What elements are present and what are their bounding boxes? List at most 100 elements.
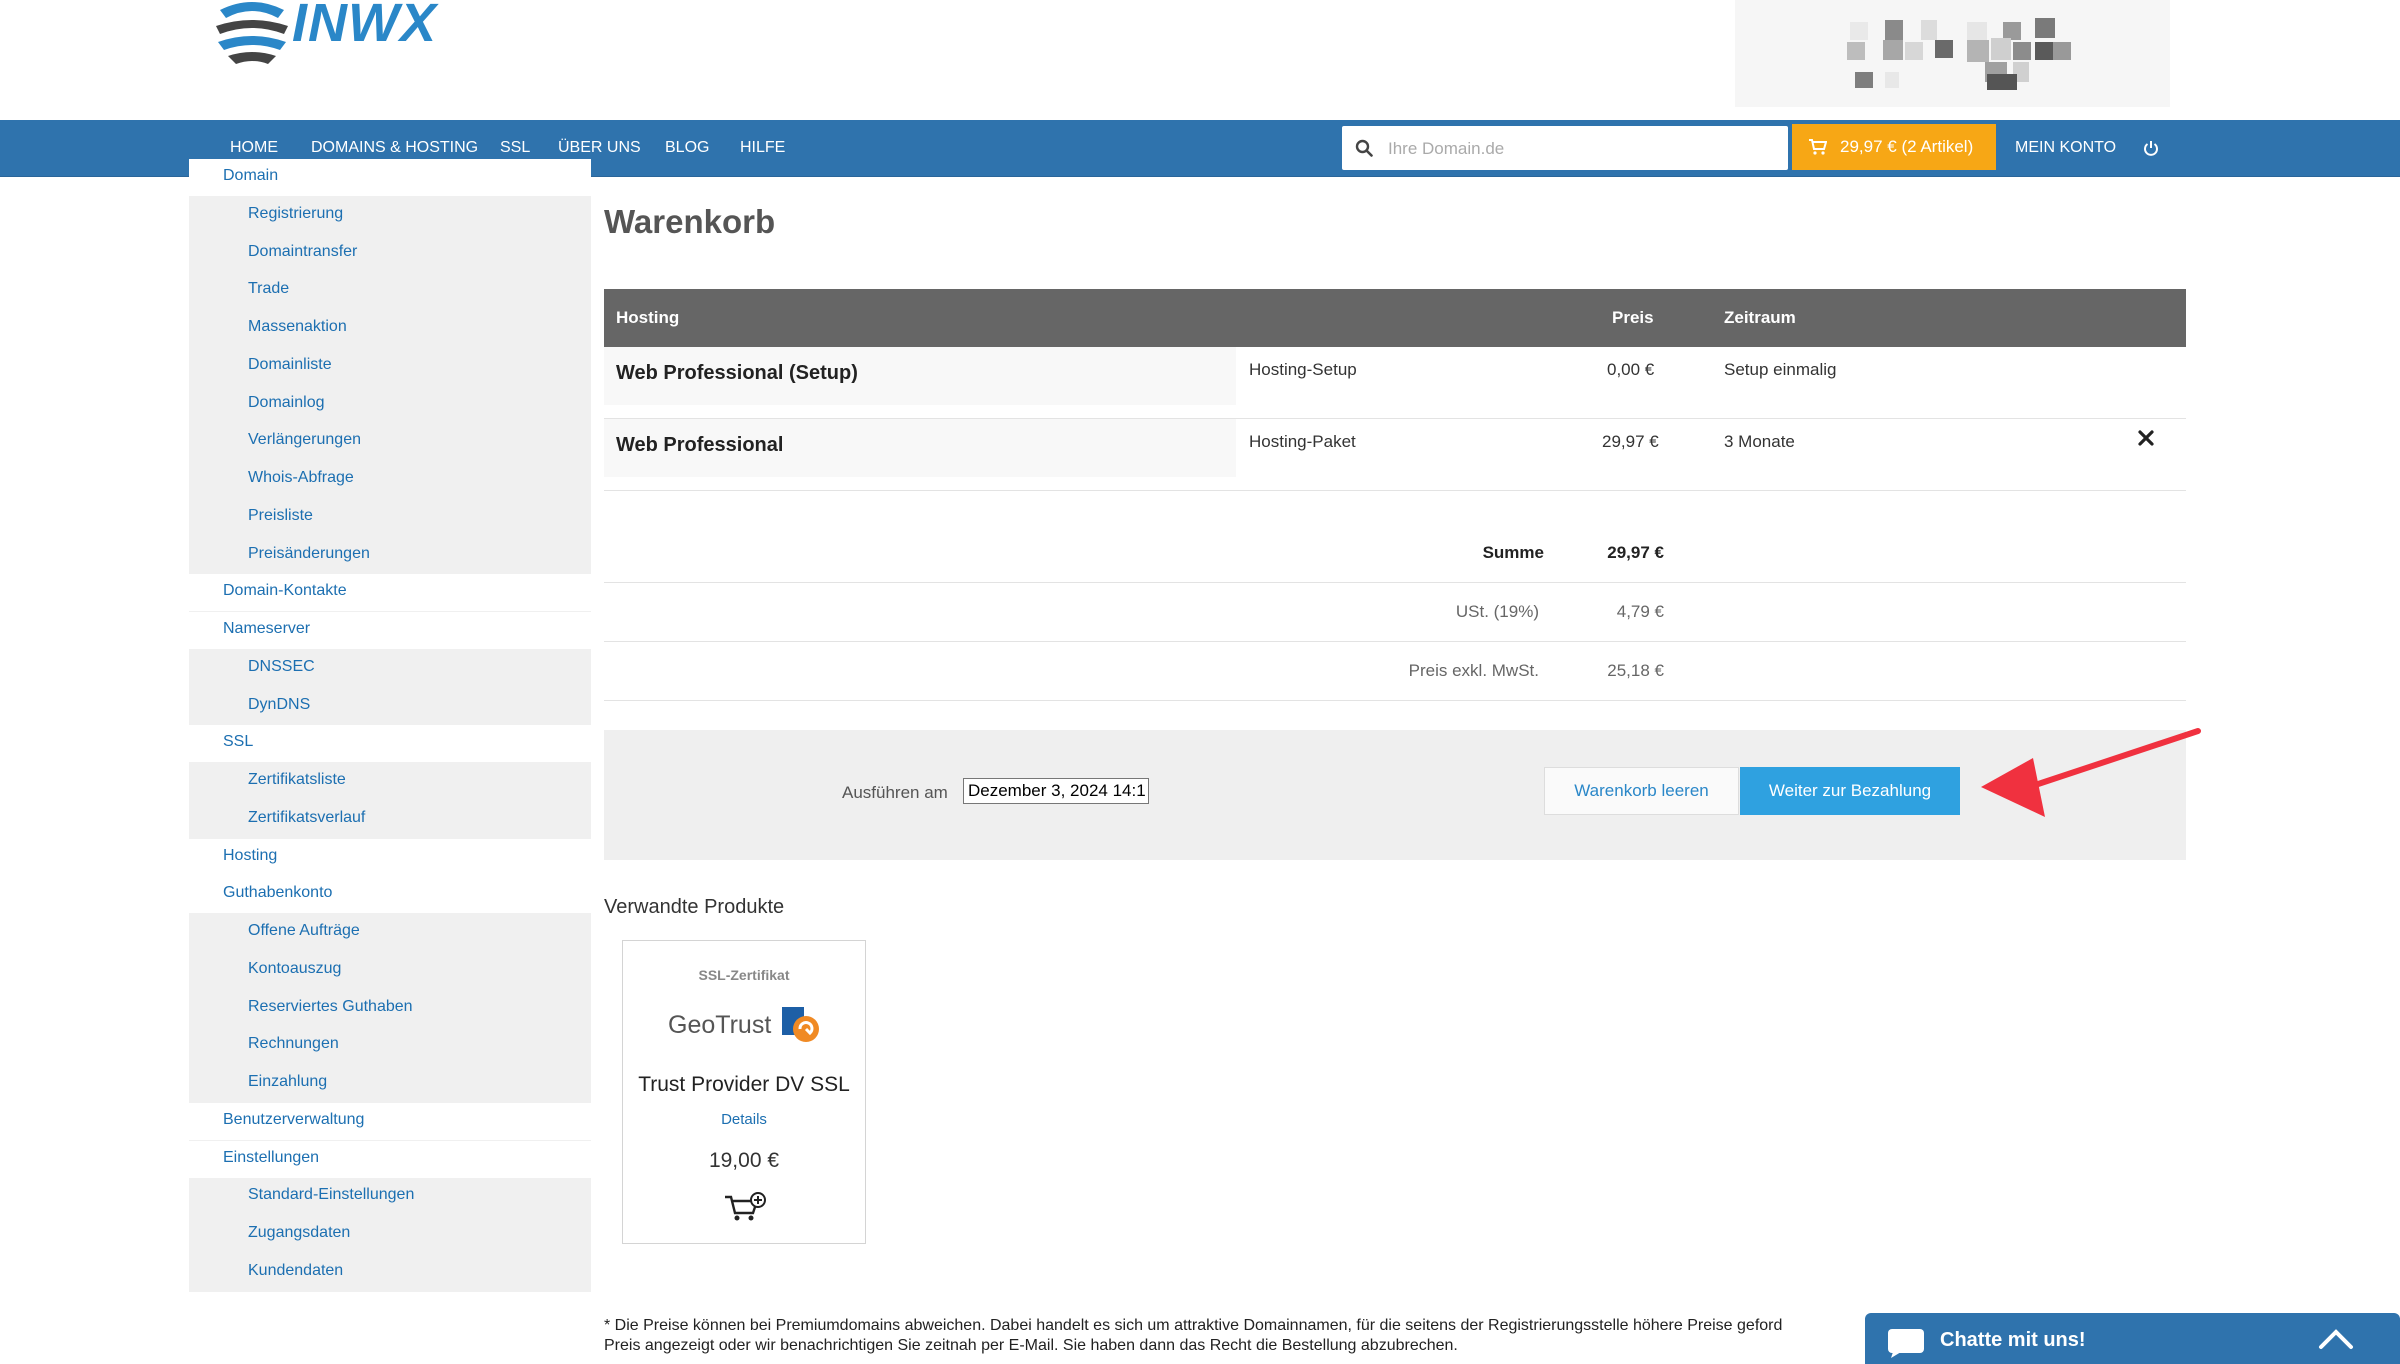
- geotrust-mark-icon: [782, 1007, 819, 1042]
- chevron-up-icon[interactable]: [2318, 1327, 2354, 1351]
- sidebar-item-label: Preisänderungen: [248, 544, 370, 562]
- cart-row: Web Professional Hosting-Paket 29,97 € 3…: [604, 419, 2186, 491]
- logout-power-button[interactable]: [2143, 120, 2161, 176]
- sidebar-item-label: Hosting: [223, 846, 278, 864]
- sidebar-item[interactable]: Preisliste: [189, 499, 591, 536]
- footnote-line-2: Preis angezeigt oder wir benachrichtigen…: [604, 1337, 1458, 1354]
- cart-row-name-cell: Web Professional (Setup): [604, 347, 1236, 405]
- logo-text: INWX: [292, 0, 437, 53]
- add-to-cart-icon[interactable]: [723, 1191, 769, 1223]
- proceed-to-payment-button[interactable]: Weiter zur Bezahlung: [1740, 767, 1960, 815]
- sidebar-item[interactable]: Zertifikatsverlauf: [189, 801, 591, 838]
- sidebar-item[interactable]: Domain-Kontakte: [189, 574, 591, 612]
- cart-item-name: Web Professional: [616, 434, 784, 456]
- sidebar-item[interactable]: SSL: [189, 725, 591, 763]
- chat-widget[interactable]: Chatte mit uns!: [1865, 1313, 2400, 1364]
- sidebar-item-label: Domain: [223, 167, 279, 184]
- sidebar-item-label: DNSSEC: [248, 657, 315, 675]
- cart-item-price: 29,97 €: [1602, 432, 1659, 451]
- sidebar-item-label: Domainliste: [248, 355, 332, 373]
- sidebar-item[interactable]: Hosting: [189, 838, 591, 876]
- product-name: Trust Provider DV SSL: [638, 1073, 850, 1096]
- sidebar-item[interactable]: Rechnungen: [189, 1027, 591, 1064]
- sum-value: 29,97 €: [1607, 543, 1664, 562]
- cart-item-type: Hosting-Paket: [1249, 432, 1356, 451]
- sidebar-item[interactable]: Domainliste: [189, 348, 591, 385]
- sidebar-item[interactable]: Standard-Einstellungen: [189, 1178, 591, 1215]
- price-footnote: * Die Preise können bei Premiumdomains a…: [604, 1316, 1854, 1356]
- nav-hilfe[interactable]: HILFE: [740, 120, 785, 176]
- sidebar-item[interactable]: Verlängerungen: [189, 423, 591, 460]
- sidebar-item-label: Kontoauszug: [248, 959, 342, 977]
- totals-net-row: Preis exkl. MwSt. 25,18 €: [604, 642, 2186, 701]
- sidebar-item[interactable]: DynDNS: [189, 688, 591, 725]
- clear-cart-button[interactable]: Warenkorb leeren: [1544, 767, 1739, 815]
- sidebar-item-label: SSL: [223, 733, 254, 751]
- cart-item-name: Web Professional (Setup): [616, 362, 858, 384]
- geotrust-logo: GeoTrust: [668, 1005, 828, 1045]
- product-price: 19,00 €: [708, 1149, 780, 1172]
- sidebar-item[interactable]: Benutzerverwaltung: [189, 1102, 591, 1140]
- sidebar-item-label: Rechnungen: [248, 1035, 339, 1053]
- sidebar-item[interactable]: Domaintransfer: [189, 235, 591, 272]
- sidebar-item-label: Domaintransfer: [248, 242, 358, 260]
- sidebar-item[interactable]: Offene Aufträge: [189, 914, 591, 951]
- sidebar-item[interactable]: Reserviertes Guthaben: [189, 990, 591, 1027]
- header-price: Preis: [1612, 308, 1654, 327]
- sidebar-item-label: Benutzerverwaltung: [223, 1110, 365, 1128]
- sidebar-item[interactable]: Registrierung: [189, 197, 591, 234]
- execute-date-input[interactable]: [963, 778, 1149, 804]
- sidebar-item-label: Trade: [248, 280, 290, 298]
- geotrust-logo-text: GeoTrust: [668, 1011, 772, 1039]
- sidebar-item-label: Standard-Einstellungen: [248, 1186, 415, 1204]
- cart-item-price: 0,00 €: [1607, 360, 1655, 379]
- pixelated-user-info: [1735, 0, 2170, 107]
- sidebar-item[interactable]: Guthabenkonto: [189, 876, 591, 914]
- sidebar-item-label: Zugangsdaten: [248, 1224, 351, 1241]
- cart-button-label: 29,97 € (2 Artikel): [1840, 137, 1974, 156]
- sidebar-item[interactable]: Zertifikatsliste: [189, 763, 591, 800]
- net-value: 25,18 €: [1607, 661, 1664, 680]
- sidebar-item-label: Verlängerungen: [248, 431, 361, 449]
- shopping-cart-icon: [1809, 139, 1827, 155]
- globe-logo-icon: [216, 2, 288, 64]
- sidebar-item[interactable]: Zugangsdaten: [189, 1216, 591, 1253]
- sidebar-item[interactable]: Whois-Abfrage: [189, 461, 591, 498]
- sidebar-item-label: DynDNS: [248, 695, 311, 713]
- sidebar-item[interactable]: Kundendaten: [189, 1254, 591, 1291]
- nav-blog[interactable]: BLOG: [665, 120, 709, 176]
- sidebar-item[interactable]: Domainlog: [189, 386, 591, 423]
- cart-row-name-cell: Web Professional: [604, 419, 1236, 477]
- sidebar-item-label: Zertifikatsliste: [248, 771, 346, 788]
- chat-bubble-icon: [1888, 1329, 1924, 1358]
- net-label: Preis exkl. MwSt.: [1408, 661, 1539, 680]
- sidebar-item[interactable]: Trade: [189, 272, 591, 309]
- product-details-link[interactable]: Details: [623, 1111, 865, 1128]
- sidebar-item[interactable]: Domain: [189, 159, 591, 196]
- search-icon[interactable]: [1355, 139, 1373, 157]
- sidebar-item-label: Domainlog: [248, 393, 325, 411]
- domain-search-input[interactable]: [1386, 126, 1780, 172]
- sidebar-item[interactable]: Massenaktion: [189, 310, 591, 347]
- totals-sum-row: Summe 29,97 €: [604, 524, 2186, 583]
- sidebar-item[interactable]: Einstellungen: [189, 1140, 591, 1178]
- sidebar-item-label: Kundendaten: [248, 1261, 344, 1279]
- inwx-logo[interactable]: INWX: [212, 0, 472, 66]
- footnote-line-1: * Die Preise können bei Premiumdomains a…: [604, 1317, 1783, 1334]
- sidebar-item[interactable]: Nameserver: [189, 612, 591, 649]
- sidebar-item[interactable]: Einzahlung: [189, 1065, 591, 1102]
- cart-button[interactable]: 29,97 € (2 Artikel): [1792, 124, 1996, 170]
- chat-label: Chatte mit uns!: [1940, 1329, 2086, 1351]
- sidebar-item[interactable]: Preisänderungen: [189, 537, 591, 574]
- sidebar-item[interactable]: DNSSEC: [189, 650, 591, 687]
- nav-mein-konto[interactable]: MEIN KONTO: [2015, 120, 2116, 176]
- sidebar-item[interactable]: Kontoauszug: [189, 952, 591, 989]
- vat-value: 4,79 €: [1616, 602, 1664, 621]
- sidebar-item-label: Nameserver: [223, 620, 311, 637]
- sidebar-item-label: Reserviertes Guthaben: [248, 997, 413, 1015]
- power-icon: [2144, 141, 2158, 156]
- totals-vat-row: USt. (19%) 4,79 €: [604, 583, 2186, 642]
- site-header: INWX: [0, 0, 2400, 120]
- red-annotation-arrow-icon: [1981, 728, 2201, 817]
- remove-item-icon[interactable]: [2134, 426, 2158, 450]
